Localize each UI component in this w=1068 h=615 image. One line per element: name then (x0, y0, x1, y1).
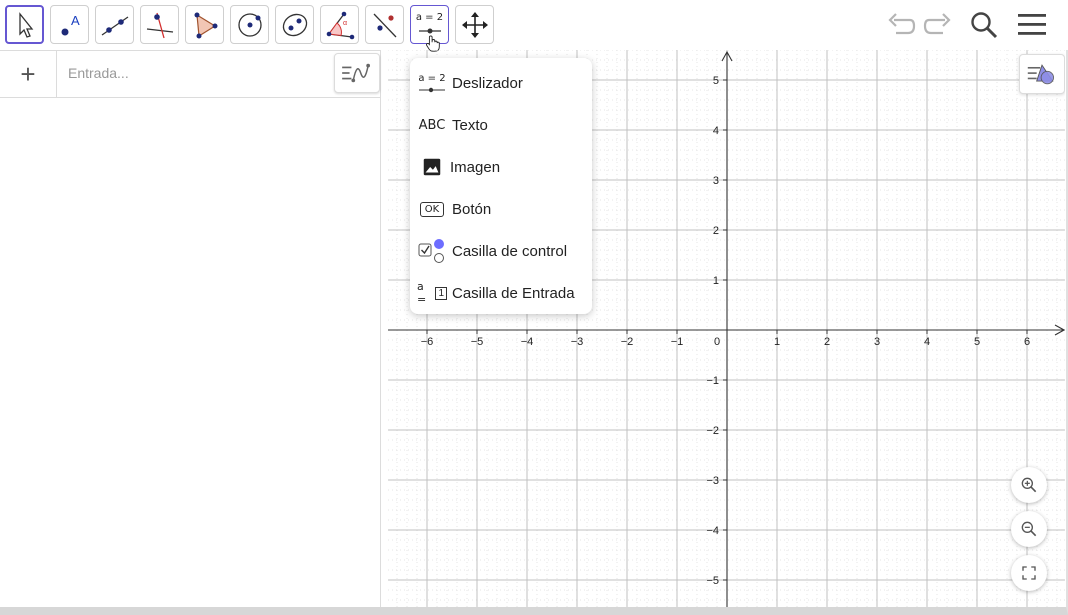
conic-tool-button[interactable] (275, 5, 314, 44)
y-tick-label: 3 (713, 175, 719, 187)
geogebra-app: A α a = 2 + Entrada... −6 −5 −4 −3 −2 −1… (0, 0, 1068, 615)
dropdown-item-image[interactable]: Imagen (410, 146, 592, 188)
ellipse-icon (282, 13, 307, 36)
move-graphics-icon (461, 11, 488, 38)
dropdown-item-label: Casilla de control (452, 242, 568, 260)
line-icon (101, 15, 128, 36)
move-tool-button[interactable] (5, 5, 44, 44)
move-graphics-tool-button[interactable] (455, 5, 494, 44)
reflect-tool-button[interactable] (365, 5, 404, 44)
dropdown-item-label: Botón (452, 200, 492, 218)
x-tick-label: 1 (774, 336, 780, 348)
dropdown-item-button[interactable]: OK Botón (410, 188, 592, 230)
slider-tool-label: a = 2 (415, 12, 444, 23)
zoom-in-icon (1021, 477, 1037, 493)
y-tick-label: −2 (706, 425, 719, 437)
polygon-tool-button[interactable] (185, 5, 224, 44)
cursor-arrow-icon (18, 11, 33, 38)
text-icon: ABC (418, 117, 446, 133)
zoom-out-button[interactable] (1011, 511, 1047, 547)
x-tick-label: −3 (571, 336, 584, 348)
dropdown-item-input-box[interactable]: a = 1 Casilla de Entrada (410, 272, 592, 314)
zoom-out-icon (1021, 521, 1037, 537)
dropdown-item-label: Deslizador (452, 74, 523, 92)
y-tick-label: 1 (713, 275, 719, 287)
search-icon[interactable] (967, 8, 1001, 42)
circle-icon (237, 12, 262, 37)
menu-icon[interactable] (1014, 8, 1050, 42)
perpendicular-line-icon (146, 12, 173, 38)
y-tick-label: −4 (706, 525, 719, 537)
x-tick-label: 2 (824, 336, 830, 348)
graphics-style-icon (1027, 64, 1054, 85)
dropdown-item-text[interactable]: ABC Texto (410, 104, 592, 146)
circle-tool-button[interactable] (230, 5, 269, 44)
slider-tool-button[interactable]: a = 2 (410, 5, 449, 52)
algebra-input-row: + Entrada... (0, 50, 381, 98)
x-tick-label: 3 (874, 336, 880, 348)
y-tick-label: −5 (706, 575, 719, 587)
x-tick-label: 0 (714, 336, 720, 348)
svg-text:a = 2: a = 2 (418, 73, 445, 84)
angle-icon: α (326, 11, 354, 39)
algebra-style-button[interactable] (334, 53, 380, 93)
x-tick-label: −2 (621, 336, 634, 348)
x-tick-label: 6 (1024, 336, 1030, 348)
button-icon: OK (417, 196, 447, 222)
fullscreen-icon (1022, 566, 1036, 580)
x-tick-label: −1 (671, 336, 684, 348)
graphics-style-button[interactable] (1019, 54, 1065, 94)
dropdown-item-slider[interactable]: a = 2 Deslizador (410, 62, 592, 104)
image-icon (417, 154, 447, 180)
dropdown-item-label: Texto (452, 116, 488, 134)
y-tick-label: −1 (706, 375, 719, 387)
redo-icon[interactable] (921, 8, 955, 42)
y-tick-label: 2 (713, 225, 719, 237)
y-tick-label: 4 (713, 125, 719, 137)
dropdown-item-checkbox[interactable]: Casilla de control (410, 230, 592, 272)
svg-text:A: A (71, 13, 80, 28)
add-item-button[interactable]: + (0, 51, 57, 98)
angle-tool-button[interactable]: α (320, 5, 359, 44)
line-tool-button[interactable] (95, 5, 134, 44)
algebra-style-icon (342, 63, 370, 83)
point-icon: A (61, 13, 80, 35)
x-tick-label: 4 (924, 336, 930, 348)
y-tick-label: −3 (706, 475, 719, 487)
point-tool-button[interactable]: A (50, 5, 89, 44)
x-tick-label: −4 (521, 336, 534, 348)
algebra-input-field[interactable]: Entrada... (68, 65, 129, 81)
algebra-view: + Entrada... (0, 50, 381, 607)
polygon-icon (194, 12, 217, 38)
reflect-icon (373, 13, 396, 37)
dropdown-item-label: Casilla de Entrada (452, 284, 575, 302)
undo-icon[interactable] (884, 8, 918, 42)
slider-icon: a = 2 (417, 70, 447, 96)
svg-text:α: α (343, 20, 347, 27)
zoom-in-button[interactable] (1011, 467, 1047, 503)
slider-tool-dropdown: a = 2 Deslizador ABC Texto Imagen OK Bot… (410, 58, 592, 314)
x-tick-label: −6 (421, 336, 434, 348)
y-tick-label: 5 (713, 75, 719, 87)
checkbox-icon (417, 238, 447, 264)
fullscreen-button[interactable] (1011, 555, 1047, 591)
dropdown-item-label: Imagen (450, 158, 501, 176)
x-tick-label: −5 (471, 336, 484, 348)
toolbar: A α a = 2 (0, 0, 1068, 52)
x-tick-label: 5 (974, 336, 980, 348)
input-box-icon: a = 1 (417, 280, 447, 306)
perpendicular-line-tool-button[interactable] (140, 5, 179, 44)
